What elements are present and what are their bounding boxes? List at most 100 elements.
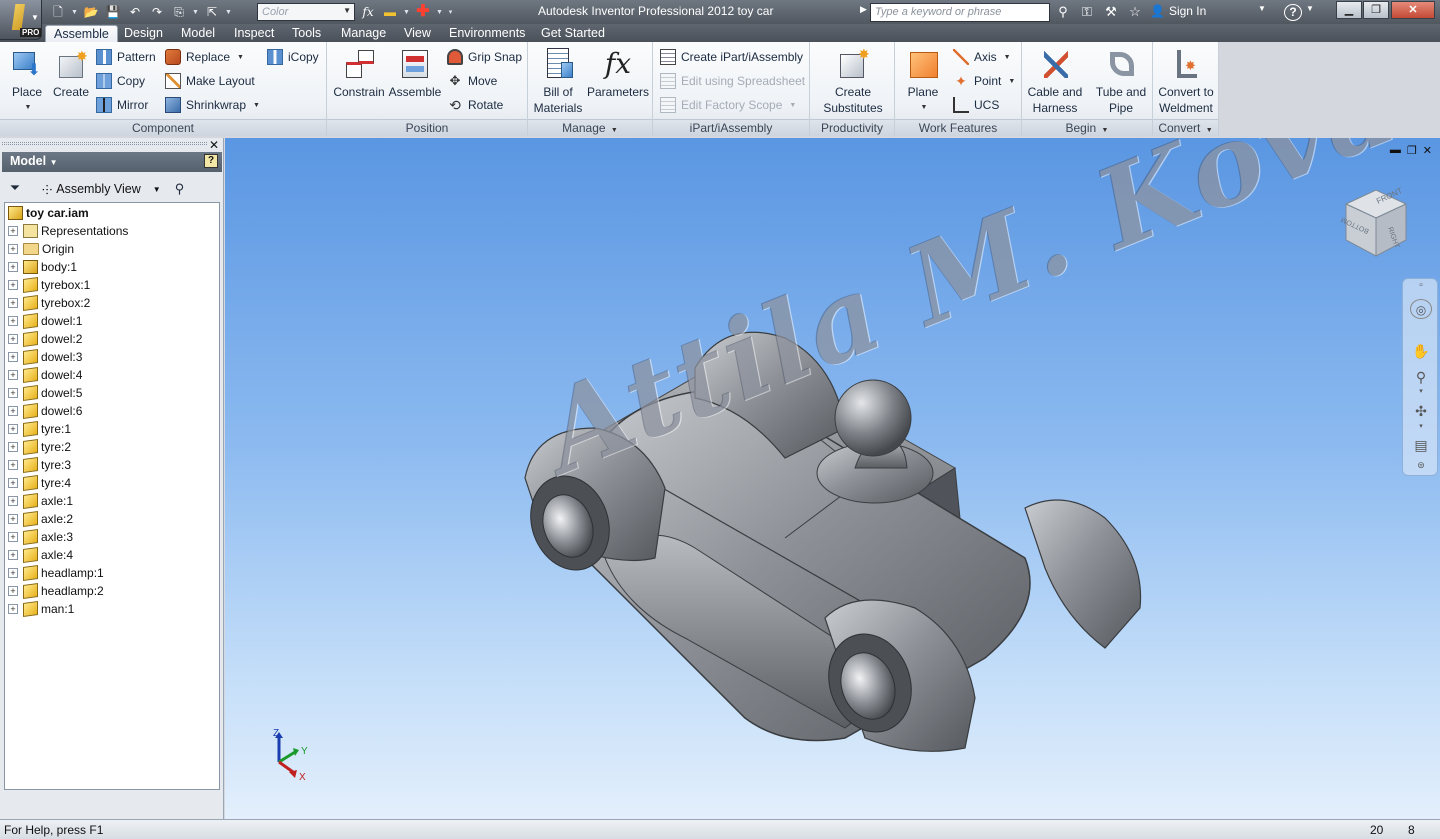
tree-node[interactable]: + dowel:6 bbox=[5, 402, 219, 420]
tree-node[interactable]: + tyre:1 bbox=[5, 420, 219, 438]
look-at-icon[interactable]: ▤ bbox=[1410, 435, 1432, 455]
expand-icon[interactable]: + bbox=[8, 298, 18, 308]
axis-button[interactable]: Axis ▼ bbox=[953, 47, 1011, 67]
assembly-view-select[interactable]: ⸭ Assembly View ▼ bbox=[42, 181, 161, 198]
tube-pipe-button[interactable]: Tube and Pipe bbox=[1090, 46, 1152, 116]
navbar-close-icon[interactable]: ▫ bbox=[1410, 281, 1432, 301]
expand-icon[interactable]: + bbox=[8, 460, 18, 470]
chevron-down-icon[interactable]: ▾ bbox=[1410, 417, 1432, 437]
tree-node[interactable]: + headlamp:1 bbox=[5, 564, 219, 582]
subscription-key-icon[interactable]: ⚿ bbox=[1077, 3, 1097, 21]
binoculars-icon[interactable]: ⚲ bbox=[1053, 3, 1073, 21]
expand-icon[interactable]: + bbox=[8, 604, 18, 614]
return-dropdown[interactable]: ▼ bbox=[191, 3, 200, 21]
navbar-customize-icon[interactable]: ⊜ bbox=[1410, 455, 1432, 475]
tree-node[interactable]: + dowel:1 bbox=[5, 312, 219, 330]
copy-button[interactable]: Copy bbox=[96, 71, 145, 91]
sign-in-dropdown[interactable]: ▼ bbox=[1258, 4, 1266, 13]
tab-view[interactable]: View bbox=[404, 25, 431, 42]
constrain-button[interactable]: Constrain bbox=[331, 46, 387, 100]
convert-panel-title[interactable]: Convert ▼ bbox=[1153, 119, 1218, 136]
point-button[interactable]: ✦ Point ▼ bbox=[953, 71, 1015, 91]
undo-icon[interactable]: ↶ bbox=[125, 3, 145, 21]
expand-icon[interactable]: + bbox=[8, 226, 18, 236]
select-dropdown[interactable]: ▼ bbox=[224, 3, 233, 21]
customize-qat-icon[interactable]: ▾ bbox=[446, 3, 455, 21]
browser-header[interactable]: Model ▼ ? bbox=[2, 152, 222, 172]
expand-icon[interactable]: + bbox=[8, 352, 18, 362]
tree-node[interactable]: + dowel:2 bbox=[5, 330, 219, 348]
rotate-button[interactable]: ⟲ Rotate bbox=[447, 95, 503, 115]
restore-button[interactable]: ❐ bbox=[1363, 1, 1389, 19]
tab-manage[interactable]: Manage bbox=[341, 25, 386, 42]
tree-node[interactable]: + Origin bbox=[5, 240, 219, 258]
search-input[interactable]: Type a keyword or phrase bbox=[870, 3, 1050, 22]
tab-inspect[interactable]: Inspect bbox=[234, 25, 274, 42]
expand-icon[interactable]: + bbox=[8, 478, 18, 488]
new-dropdown[interactable]: ▼ bbox=[70, 3, 79, 21]
measure-icon[interactable]: ▬ bbox=[380, 3, 400, 21]
tree-root[interactable]: toy car.iam bbox=[5, 204, 219, 222]
tree-node[interactable]: + headlamp:2 bbox=[5, 582, 219, 600]
measure-dropdown[interactable]: ▼ bbox=[402, 3, 411, 21]
expand-icon[interactable]: + bbox=[8, 406, 18, 416]
begin-panel-title[interactable]: Begin ▼ bbox=[1022, 119, 1152, 136]
tab-model[interactable]: Model bbox=[181, 25, 215, 42]
expand-icon[interactable]: + bbox=[8, 280, 18, 290]
convert-to-weldment-button[interactable]: ✸ Convert to Weldment bbox=[1155, 46, 1217, 116]
tree-node[interactable]: + tyrebox:1 bbox=[5, 276, 219, 294]
help-icon[interactable]: ? bbox=[204, 154, 218, 168]
tree-node[interactable]: + tyre:3 bbox=[5, 456, 219, 474]
tree-node[interactable]: + dowel:4 bbox=[5, 366, 219, 384]
expand-icon[interactable]: + bbox=[8, 244, 18, 254]
cable-harness-button[interactable]: Cable and Harness bbox=[1024, 46, 1086, 116]
tree-node[interactable]: + axle:3 bbox=[5, 528, 219, 546]
pan-hand-icon[interactable]: ✋ bbox=[1410, 341, 1432, 361]
tab-design[interactable]: Design bbox=[124, 25, 163, 42]
expand-icon[interactable]: + bbox=[8, 514, 18, 524]
mirror-button[interactable]: Mirror bbox=[96, 95, 148, 115]
expand-icon[interactable]: + bbox=[8, 550, 18, 560]
bill-of-materials-button[interactable]: Bill of Materials bbox=[530, 46, 586, 116]
make-layout-button[interactable]: Make Layout bbox=[165, 71, 255, 91]
create-component-button[interactable]: ✸ Create bbox=[52, 46, 90, 100]
create-ipart-button[interactable]: Create iPart/iAssembly bbox=[660, 47, 803, 67]
close-button[interactable]: ✕ bbox=[1391, 1, 1435, 19]
create-substitutes-button[interactable]: ✸ Create Substitutes bbox=[816, 46, 890, 116]
viewcube[interactable]: FRONT RIGHT BOTTOM bbox=[1338, 182, 1414, 262]
tree-node[interactable]: + dowel:3 bbox=[5, 348, 219, 366]
manage-panel-title[interactable]: Manage ▼ bbox=[528, 119, 652, 136]
search-expand-icon[interactable]: ▶ bbox=[860, 4, 867, 15]
tab-environments[interactable]: Environments bbox=[449, 25, 525, 42]
tree-node[interactable]: + Representations bbox=[5, 222, 219, 240]
tab-assemble[interactable]: Assemble bbox=[45, 25, 118, 42]
icopy-button[interactable]: iCopy bbox=[267, 47, 319, 67]
update-icon[interactable]: ✚ bbox=[413, 3, 433, 21]
tab-tools[interactable]: Tools bbox=[292, 25, 321, 42]
steering-wheel-icon[interactable]: ◎ bbox=[1410, 299, 1432, 319]
tree-node[interactable]: + body:1 bbox=[5, 258, 219, 276]
close-icon[interactable]: ✕ bbox=[209, 138, 219, 152]
filter-icon[interactable]: ⏷ bbox=[6, 180, 24, 198]
tree-node[interactable]: + man:1 bbox=[5, 600, 219, 618]
assemble-button[interactable]: Assemble bbox=[387, 46, 443, 100]
tree-node[interactable]: + axle:4 bbox=[5, 546, 219, 564]
minimize-button[interactable]: ▁ bbox=[1336, 1, 1362, 19]
help-icon[interactable]: ? bbox=[1284, 4, 1302, 21]
update-dropdown[interactable]: ▼ bbox=[435, 3, 444, 21]
favorites-star-icon[interactable]: ☆ bbox=[1125, 3, 1145, 21]
tab-get-started[interactable]: Get Started bbox=[541, 25, 605, 42]
plane-button[interactable]: Plane ▼ bbox=[901, 46, 945, 116]
expand-icon[interactable]: + bbox=[8, 424, 18, 434]
redo-icon[interactable]: ↷ bbox=[147, 3, 167, 21]
application-menu-button[interactable]: PRO ▼ bbox=[0, 0, 42, 40]
expand-icon[interactable]: + bbox=[8, 316, 18, 326]
move-button[interactable]: ✥ Move bbox=[447, 71, 498, 91]
expand-icon[interactable]: + bbox=[8, 370, 18, 380]
tree-node[interactable]: + axle:1 bbox=[5, 492, 219, 510]
open-folder-icon[interactable]: 📂 bbox=[81, 3, 101, 21]
tree-node[interactable]: + tyre:2 bbox=[5, 438, 219, 456]
tree-node[interactable]: + tyre:4 bbox=[5, 474, 219, 492]
edit-spreadsheet-button[interactable]: Edit using Spreadsheet bbox=[660, 71, 805, 91]
expand-icon[interactable]: + bbox=[8, 568, 18, 578]
